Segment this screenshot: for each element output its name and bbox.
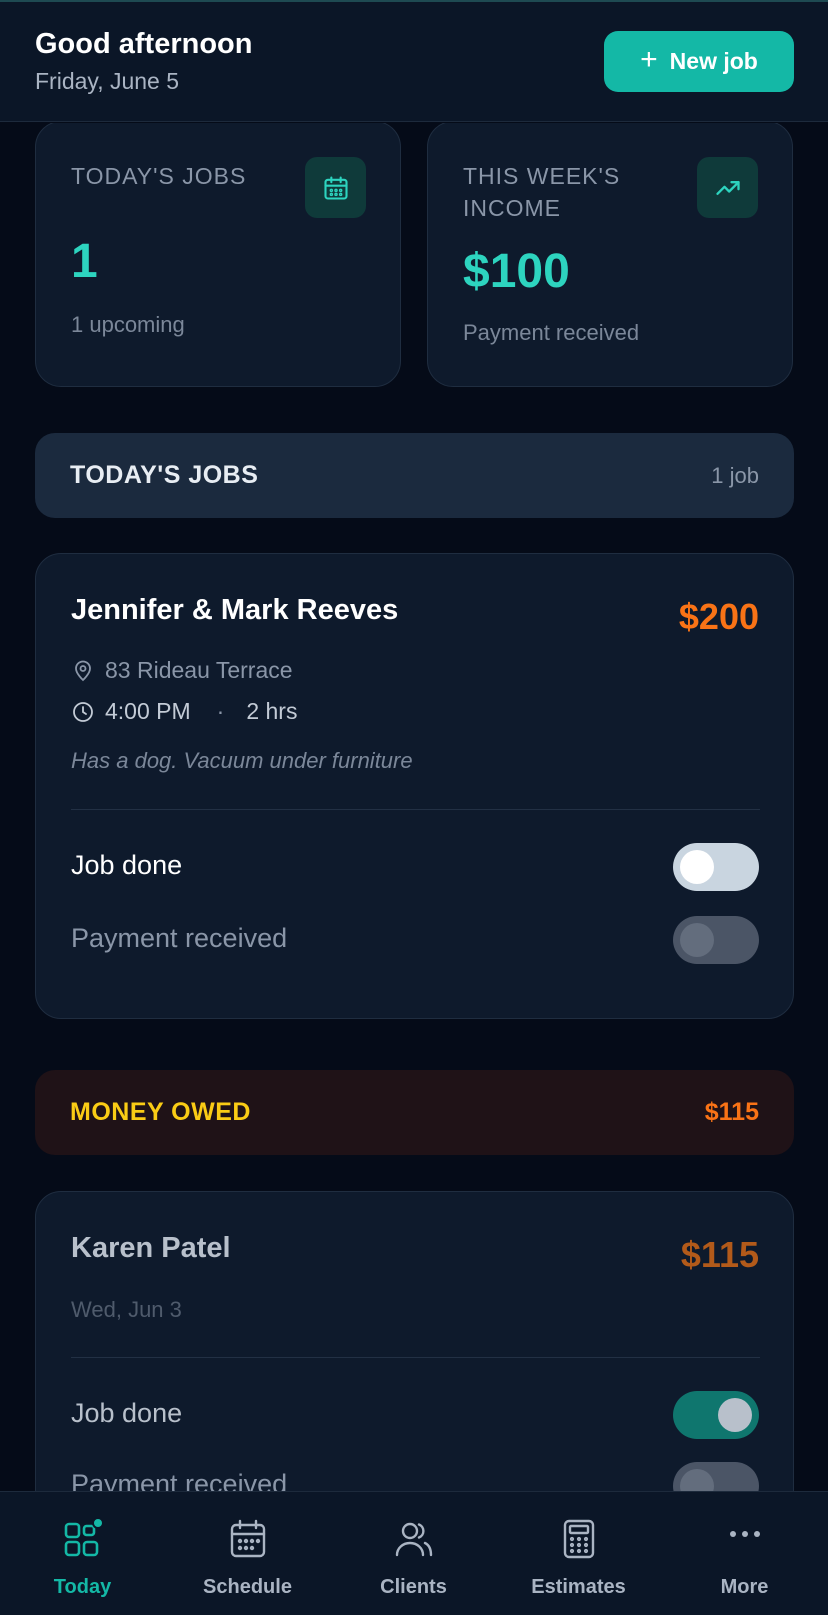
trending-up-icon (697, 157, 758, 218)
today-grid-icon (61, 1517, 105, 1561)
job-time-row: 4:00 PM · 2 hrs (71, 698, 297, 725)
section-title: MONEY OWED (70, 1098, 251, 1126)
card-divider (71, 1357, 760, 1358)
job-done-toggle[interactable] (673, 1391, 759, 1439)
stat-value: 1 (71, 235, 98, 288)
calendar-icon (305, 157, 366, 218)
time-separator: · (216, 698, 225, 724)
nav-label: Clients (380, 1576, 447, 1598)
app-header: Good afternoon Friday, June 5 + New job (0, 2, 828, 122)
nav-item-estimates[interactable]: Estimates (496, 1492, 661, 1615)
nav-item-more[interactable]: More (662, 1492, 827, 1615)
nav-label: Estimates (531, 1576, 626, 1598)
job-address-row: 83 Rideau Terrace (71, 657, 293, 684)
calculator-icon (557, 1517, 601, 1561)
job-done-label: Job done (71, 850, 183, 880)
owed-total: $115 (704, 1098, 759, 1126)
job-card[interactable]: Jennifer & Mark Reeves $200 83 Rideau Te… (35, 553, 794, 1019)
section-count: 1 job (711, 462, 759, 488)
payment-received-toggle[interactable] (673, 916, 759, 964)
job-date-row: Wed, Jun 3 (71, 1297, 182, 1323)
section-title: TODAY'S JOBS (70, 461, 259, 489)
card-divider (71, 809, 760, 810)
current-date: Friday, June 5 (35, 68, 180, 94)
users-icon (392, 1517, 436, 1561)
greeting-title: Good afternoon (35, 28, 253, 60)
job-address: 83 Rideau Terrace (105, 657, 293, 683)
new-job-label: New job (669, 48, 758, 74)
todays-jobs-stat-card[interactable]: TODAY'S JOBS 1 1 upcoming (35, 123, 401, 387)
nav-item-clients[interactable]: Clients (331, 1492, 496, 1615)
client-name: Jennifer & Mark Reeves (71, 594, 399, 626)
job-date: Wed, Jun 3 (71, 1297, 182, 1322)
more-dots-icon (723, 1517, 767, 1561)
job-done-toggle[interactable] (673, 843, 759, 891)
job-note: Has a dog. Vacuum under furniture (71, 748, 413, 773)
payment-received-toggle[interactable] (673, 1462, 759, 1491)
job-duration: 2 hrs (246, 698, 298, 724)
new-job-button[interactable]: + New job (604, 31, 794, 92)
job-time: 4:00 PM (105, 698, 191, 724)
stat-value: $100 (463, 245, 570, 298)
toggle-knob (680, 923, 714, 957)
nav-item-schedule[interactable]: Schedule (165, 1492, 330, 1615)
clock-icon (73, 701, 93, 722)
nav-label: Schedule (203, 1576, 292, 1598)
money-owed-section-header: MONEY OWED $115 (35, 1070, 794, 1155)
job-price: $115 (680, 1234, 759, 1275)
toggle-knob (680, 850, 714, 884)
stat-sub: Payment received (463, 320, 640, 345)
job-price: $200 (678, 596, 759, 637)
weekly-income-stat-card[interactable]: THIS WEEK'S INCOME $100 Payment received (427, 123, 793, 387)
client-name: Karen Patel (71, 1232, 231, 1264)
nav-label: More (720, 1576, 769, 1598)
stat-label: TODAY'S JOBS (71, 163, 247, 189)
owed-job-card[interactable]: Karen Patel $115 Wed, Jun 3 Job done Pay… (35, 1191, 794, 1491)
nav-item-today[interactable]: Today (0, 1492, 165, 1615)
bottom-navigation: Today Schedule Clients Estimates More (0, 1491, 828, 1615)
todays-jobs-section-header: TODAY'S JOBS 1 job (35, 433, 794, 518)
toggle-knob (718, 1398, 752, 1432)
nav-label: Today (53, 1576, 112, 1598)
stat-sub: 1 upcoming (71, 312, 185, 337)
toggle-knob (680, 1469, 714, 1491)
stat-label: THIS WEEK'S INCOME (463, 163, 621, 221)
calendar-icon (226, 1517, 270, 1561)
payment-received-label: Payment received (71, 1469, 288, 1491)
job-done-label: Job done (71, 1398, 183, 1428)
location-pin-icon (75, 660, 91, 681)
main-scroll-area[interactable]: TODAY'S JOBS 1 1 upcoming THIS WEEK'S IN… (0, 123, 828, 1491)
payment-received-label: Payment received (71, 923, 288, 953)
plus-icon: + (640, 43, 658, 76)
